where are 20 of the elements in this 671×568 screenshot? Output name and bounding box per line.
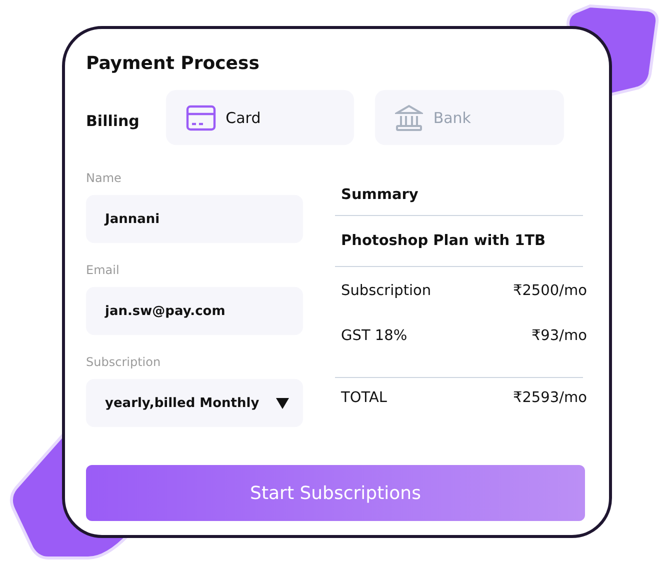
billing-option[interactable]: Card <box>166 90 354 145</box>
summary-label: TOTAL <box>341 390 387 406</box>
plan-name: Photoshop Plan with 1TB <box>341 233 546 249</box>
billing-label: Billing <box>86 110 140 130</box>
summary-label: Subscription <box>341 283 432 299</box>
field-label: Email <box>86 262 120 279</box>
subscription-dropdown[interactable]: yearly,billed Monthly <box>86 379 303 427</box>
caret-icon <box>276 398 289 408</box>
card-title: Payment Process <box>86 52 260 76</box>
field-label: Subscription <box>86 354 162 371</box>
summary-label: GST 18% <box>341 328 408 344</box>
bank-icon <box>395 104 424 132</box>
input-field[interactable]: Jannani <box>86 195 303 243</box>
summary-amount: ₹2500/mo <box>512 283 587 299</box>
summary-amount: ₹93/mo <box>531 328 587 344</box>
field-label: Name <box>86 170 122 187</box>
input-field[interactable]: jan.sw@pay.com <box>86 287 303 335</box>
summary-title: Summary <box>341 187 418 203</box>
summary-amount: ₹2593/mo <box>512 390 587 406</box>
credit-card-icon <box>186 104 216 130</box>
